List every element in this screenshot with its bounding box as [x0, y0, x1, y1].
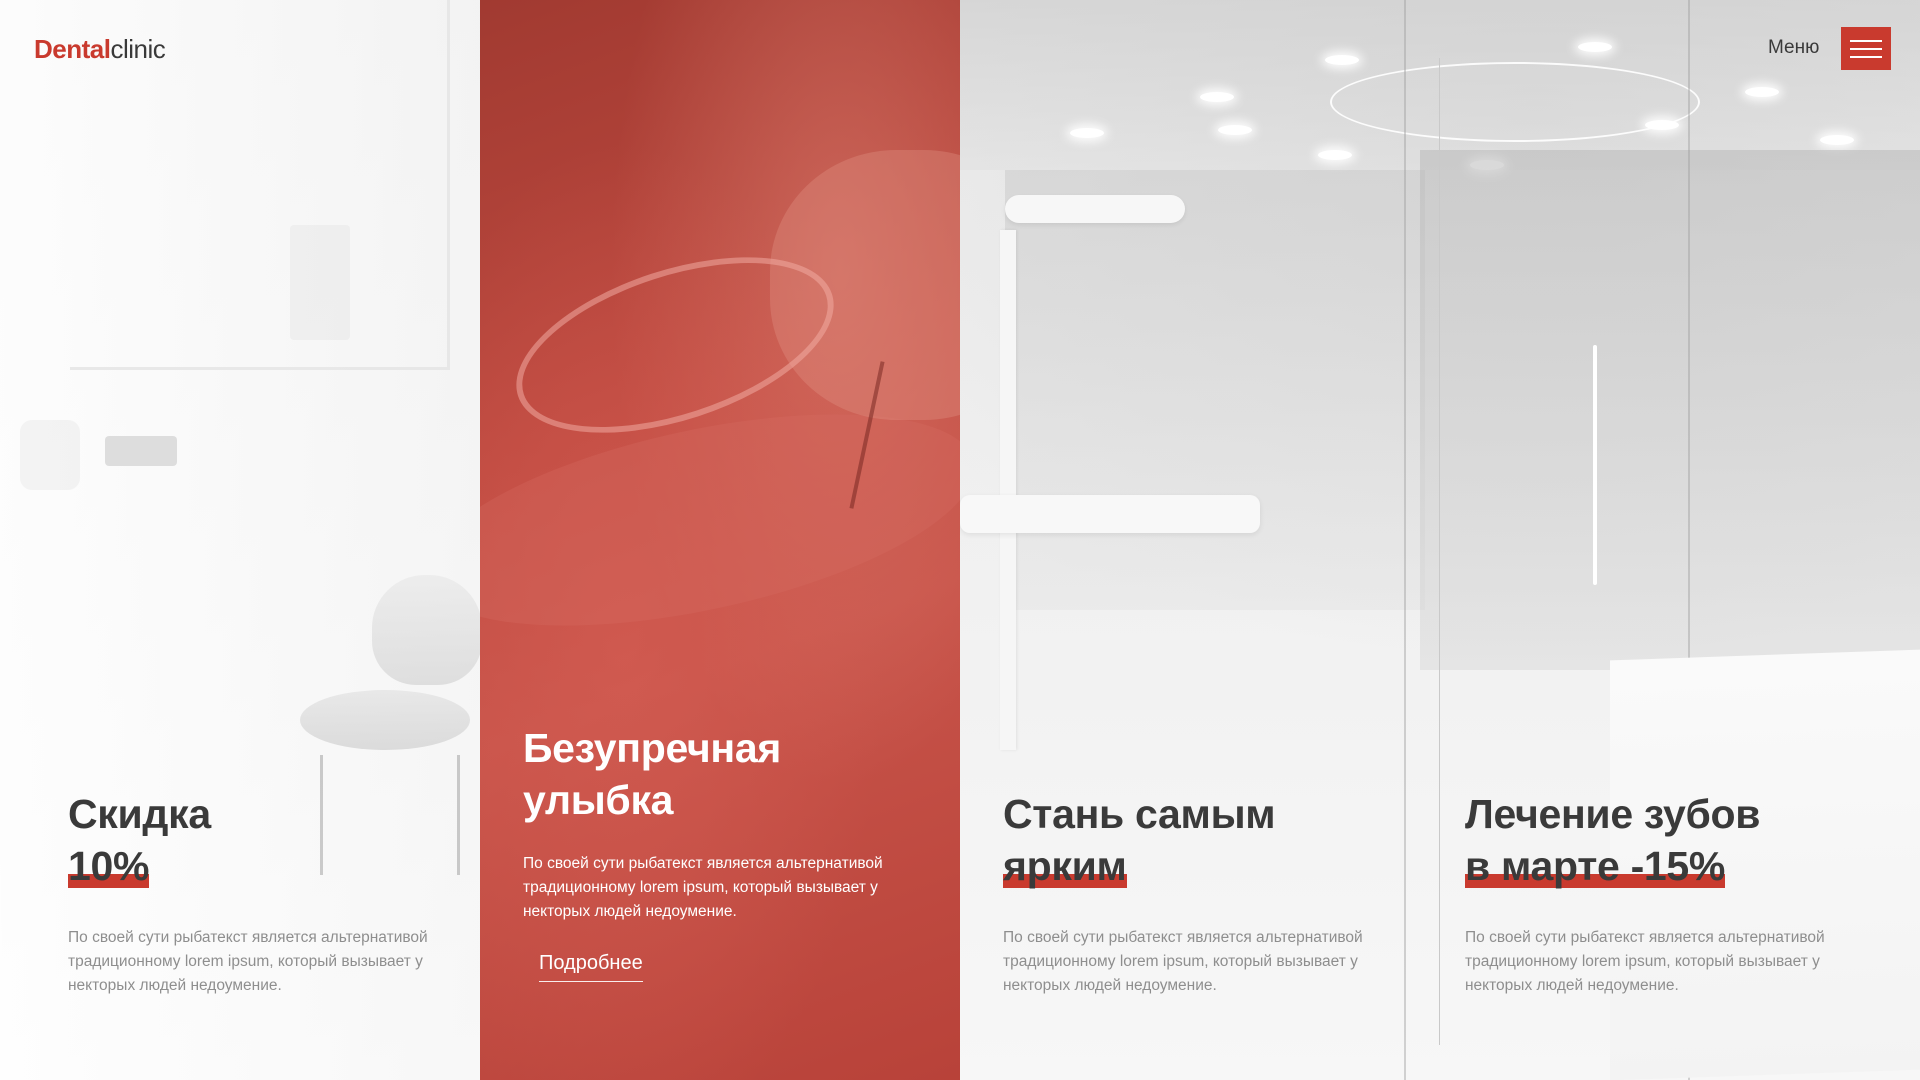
stool-seat: [300, 690, 470, 750]
column-title-line: Лечение зубов: [1465, 791, 1761, 837]
ceiling-light: [1820, 135, 1854, 145]
menu-label[interactable]: Меню: [1768, 37, 1819, 59]
column-title-line: улыбка: [523, 777, 674, 823]
column-text: По своей сути рыбатекст является альтерн…: [1003, 929, 1363, 994]
promo-column-brightest: Стань самым ярким По своей сути рыбатекс…: [1003, 788, 1403, 998]
column-divider: [1439, 58, 1440, 1045]
glass-wall: [1005, 170, 1425, 610]
menu-button[interactable]: [1841, 27, 1891, 70]
dental-chair-post: [1000, 230, 1016, 750]
column-title-highlight: в марте -15%: [1465, 840, 1725, 892]
logo-bold-text: Dental: [34, 34, 111, 64]
column-title-line: Безупречная: [523, 725, 782, 771]
ceiling-light: [1745, 87, 1779, 97]
column-text: По своей сути рыбатекст является альтерн…: [523, 855, 883, 920]
column-title: Стань самым ярким: [1003, 788, 1403, 892]
column-title-highlight: 10%: [68, 840, 149, 892]
ceiling-light: [1578, 42, 1612, 52]
column-title: Безупречная улыбка: [523, 722, 923, 826]
door-handle: [1593, 345, 1597, 585]
logo-light-text: clinic: [110, 34, 166, 64]
xray-tube: [105, 436, 177, 466]
ceiling-light: [1325, 55, 1359, 65]
wall-device: [290, 225, 350, 340]
glass-wall: [1420, 150, 1920, 670]
ceiling-light: [1645, 120, 1679, 130]
ceiling-light: [1218, 125, 1252, 135]
promo-column-smile: Безупречная улыбка По своей сути рыбатек…: [523, 722, 923, 982]
column-title-line: Скидка: [68, 791, 211, 837]
column-title-line: Стань самым: [1003, 791, 1276, 837]
page: Dentalclinic Меню Скидка 10% По своей су…: [0, 0, 1920, 1080]
ceiling-light: [1070, 128, 1104, 138]
column-title-highlight: ярким: [1003, 840, 1127, 892]
ceiling-ring: [1330, 62, 1700, 142]
promo-column-discount: Скидка 10% По своей сути рыбатекст являе…: [68, 788, 468, 998]
promo-column-march: Лечение зубов в марте -15% По своей сути…: [1465, 788, 1865, 998]
logo[interactable]: Dentalclinic: [34, 34, 166, 65]
ceiling-light: [1318, 150, 1352, 160]
xray-arm: [20, 420, 80, 490]
stool-back: [372, 575, 482, 685]
dental-lamp: [1005, 195, 1185, 223]
dental-chair-arm: [960, 495, 1260, 533]
column-title: Скидка 10%: [68, 788, 468, 892]
ceiling-light: [1200, 92, 1234, 102]
column-text: По своей сути рыбатекст является альтерн…: [1465, 929, 1825, 994]
more-link[interactable]: Подробнее: [539, 952, 643, 982]
column-text: По своей сути рыбатекст является альтерн…: [68, 929, 428, 994]
column-title: Лечение зубов в марте -15%: [1465, 788, 1865, 892]
glass-edge: [1404, 0, 1406, 1080]
